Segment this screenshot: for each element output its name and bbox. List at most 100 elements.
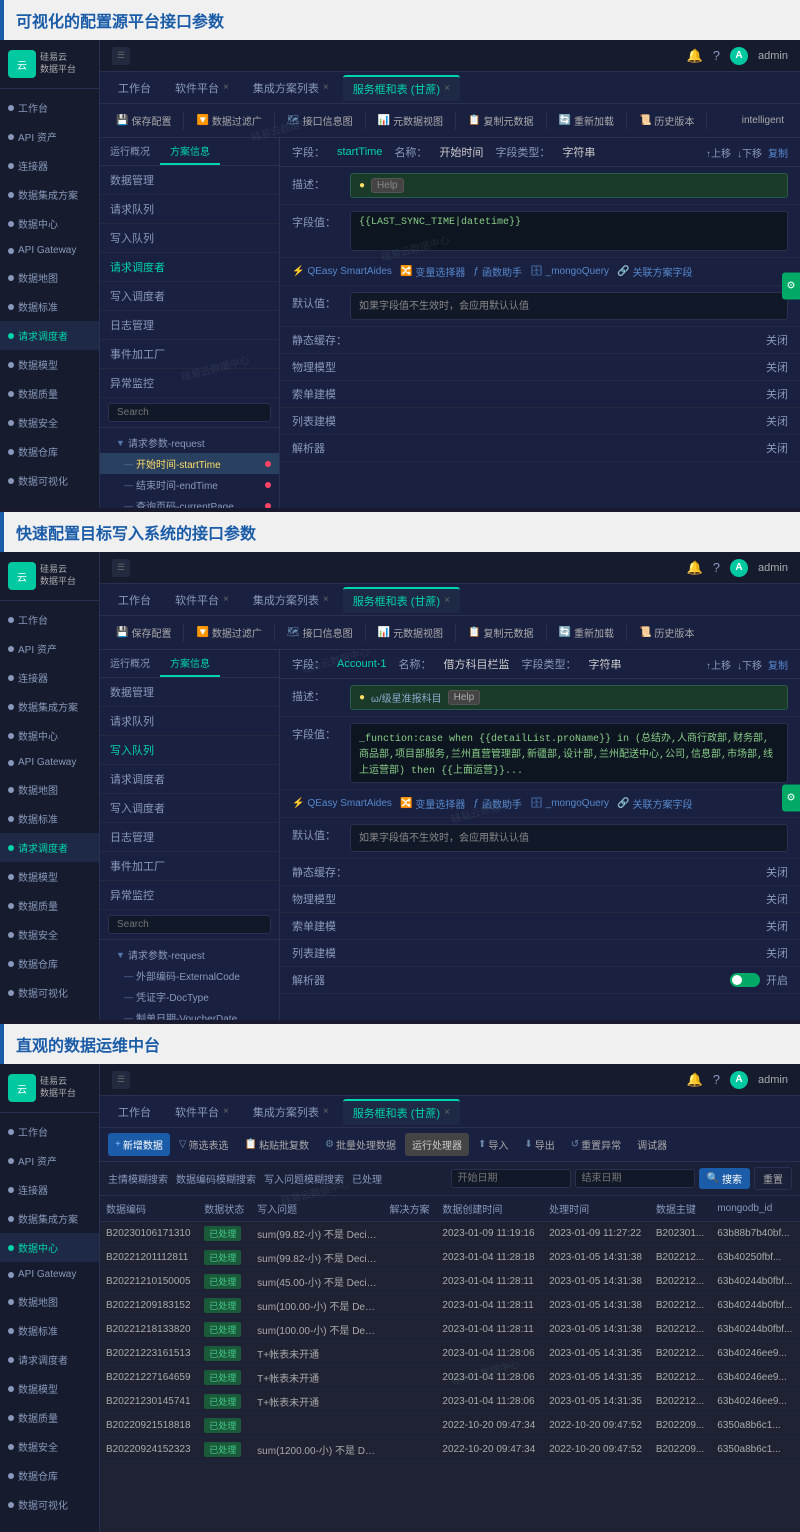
action-variable[interactable]: 🔀变量选择器 [400, 264, 465, 279]
tree2-doctype[interactable]: —凭证字-DocType [100, 986, 279, 1007]
tree-item-request[interactable]: ▼ 请求参数-request [100, 432, 279, 453]
end-date-input[interactable] [575, 1169, 695, 1188]
down-btn-2[interactable]: ↓下移 [737, 657, 762, 672]
tab-wb2[interactable]: 工作台 [108, 588, 161, 612]
action-qeasy[interactable]: ⚡QEasy SmartAides [292, 264, 392, 279]
sidebar-item-connector[interactable]: 连接器 [0, 151, 99, 180]
nav-tab-overview[interactable]: 运行概况 [100, 138, 160, 165]
data-filter-btn[interactable]: 🔽数据过滤广 [188, 109, 269, 132]
td-code-0[interactable]: B20230106171310 [100, 1222, 198, 1246]
interface-map-btn-2[interactable]: 🗺接口信息图 [279, 621, 361, 644]
td-code-9[interactable]: B20220924152323 [100, 1438, 198, 1462]
intelligent-btn[interactable]: intelligent [734, 111, 792, 130]
bell-icon-3[interactable]: 🔔 [687, 1072, 703, 1088]
nav-scheduler[interactable]: 请求调度者 [100, 253, 279, 282]
help-icon[interactable]: ? [713, 48, 720, 63]
sidebar-item-datamap[interactable]: 数据地图 [0, 263, 99, 292]
action-relate-2[interactable]: 🔗关联方案字段 [617, 796, 692, 811]
tab-solutions-1[interactable]: 集成方案列表× [243, 76, 339, 100]
copy-meta-btn[interactable]: 📋复制元数据 [460, 109, 541, 132]
sidebar-item-workbench[interactable]: 工作台 [0, 93, 99, 122]
reset-btn[interactable]: 重置 [754, 1167, 792, 1190]
tree-item-currentpage[interactable]: — 查询页码-currentPage [100, 495, 279, 508]
sidebar-item-api3[interactable]: API 资产 [0, 1146, 99, 1175]
action-function[interactable]: ƒ函数助手 [473, 264, 522, 279]
tab-svc2[interactable]: 服务框和表 (甘蔗)× [343, 587, 460, 613]
reload-btn-2[interactable]: 🔄重新加载 [551, 621, 622, 644]
nav-wq-2[interactable]: 写入队列 [100, 736, 279, 765]
action-mongo[interactable]: 🗄_mongoQuery [530, 264, 609, 279]
sidebar-item-warehouse[interactable]: 数据仓库 [0, 437, 99, 466]
sidebar-item-api[interactable]: API 资产 [0, 122, 99, 151]
nav-rq-2[interactable]: 请求队列 [100, 707, 279, 736]
sidebar-item-sched3[interactable]: 请求调度者 [0, 1345, 99, 1374]
td-code-8[interactable]: B20220921518818 [100, 1414, 198, 1438]
sidebar-item-qual2[interactable]: 数据质量 [0, 891, 99, 920]
sidebar-item-datacenter[interactable]: 数据中心 [0, 209, 99, 238]
settings-side-btn-2[interactable]: ⚙ [782, 785, 800, 812]
nav-tab-info-2[interactable]: 方案信息 [160, 650, 220, 677]
history-btn[interactable]: 📜历史版本 [631, 109, 702, 132]
tree2-voucherdate[interactable]: —制单日期-VoucherDate [100, 1007, 279, 1020]
default-value-area[interactable]: 如果字段值不生效时，会应用默认认值 [350, 292, 788, 320]
tab-sw2[interactable]: 软件平台× [165, 588, 239, 612]
td-code-6[interactable]: B20221227164659 [100, 1366, 198, 1390]
interface-map-btn[interactable]: 🗺接口信息图 [279, 109, 361, 132]
nav-monitor[interactable]: 异常监控 [100, 369, 279, 398]
paste-batch-btn[interactable]: 📋粘贴批复数 [238, 1133, 316, 1156]
sidebar-item-dc3[interactable]: 数据中心 [0, 1233, 99, 1262]
copy-btn[interactable]: 复制 [768, 145, 788, 160]
sidebar-item-int2[interactable]: 数据集成方案 [0, 692, 99, 721]
sidebar-item-security[interactable]: 数据安全 [0, 408, 99, 437]
help-icon-3[interactable]: ? [713, 1072, 720, 1087]
tab-service-1[interactable]: 服务框和表 (甘蔗)× [343, 75, 460, 101]
nav-write-scheduler[interactable]: 写入调度者 [100, 282, 279, 311]
batch-process-btn[interactable]: ⚙批量处理数据 [318, 1133, 403, 1156]
action-relate[interactable]: 🔗关联方案字段 [617, 264, 692, 279]
sidebar-item-std3[interactable]: 数据标准 [0, 1316, 99, 1345]
sidebar-item-gw3[interactable]: API Gateway [0, 1262, 99, 1287]
reload-btn[interactable]: 🔄重新加载 [551, 109, 622, 132]
menu-icon-3[interactable]: ☰ [112, 1071, 130, 1089]
td-code-2[interactable]: B20221210150005 [100, 1270, 198, 1294]
td-code-4[interactable]: B20221218133820 [100, 1318, 198, 1342]
meta-view-btn-2[interactable]: 📊元数据视图 [370, 621, 451, 644]
sidebar-item-std2[interactable]: 数据标准 [0, 804, 99, 833]
sidebar-item-integration[interactable]: 数据集成方案 [0, 180, 99, 209]
tree2-extcode[interactable]: —外部编码-ExternalCode [100, 965, 279, 986]
bell-icon-2[interactable]: 🔔 [687, 560, 703, 576]
nav-sched-2[interactable]: 请求调度者 [100, 765, 279, 794]
start-date-input[interactable] [451, 1169, 571, 1188]
nav-tab-overview-2[interactable]: 运行概况 [100, 650, 160, 677]
copy-btn-2[interactable]: 复制 [768, 657, 788, 672]
sidebar-item-conn2[interactable]: 连接器 [0, 663, 99, 692]
save-config-btn-2[interactable]: 💾保存配置 [108, 621, 179, 644]
parser-toggle-2[interactable] [730, 973, 760, 987]
add-data-btn[interactable]: +新增数据 [108, 1133, 170, 1156]
save-config-btn[interactable]: 💾保存配置 [108, 109, 179, 132]
field-value-input-2[interactable]: _function:case when {{detailList.proName… [350, 723, 788, 783]
search-input-1[interactable] [108, 403, 271, 422]
nav-events[interactable]: 事件加工厂 [100, 340, 279, 369]
sidebar-item-api2[interactable]: API 资产 [0, 634, 99, 663]
menu-icon-2[interactable]: ☰ [112, 559, 130, 577]
default-value-area-2[interactable]: 如果字段值不生效时，会应用默认认值 [350, 824, 788, 852]
copy-meta-btn-2[interactable]: 📋复制元数据 [460, 621, 541, 644]
tab-workbench-1[interactable]: 工作台 [108, 76, 161, 100]
sidebar-item-vis3[interactable]: 数据可视化 [0, 1490, 99, 1519]
sidebar-item-sec3[interactable]: 数据安全 [0, 1432, 99, 1461]
sidebar-item-sec2[interactable]: 数据安全 [0, 920, 99, 949]
help-icon-2[interactable]: ? [713, 560, 720, 575]
import-btn[interactable]: ⬆导入 [471, 1133, 515, 1156]
sidebar-item-wb3[interactable]: 工作台 [0, 1117, 99, 1146]
td-code-7[interactable]: B20221230145741 [100, 1390, 198, 1414]
td-code-5[interactable]: B20221223161513 [100, 1342, 198, 1366]
help-badge-1[interactable]: Help [371, 178, 404, 193]
sidebar-item-gw2[interactable]: API Gateway [0, 750, 99, 775]
nav-logs-2[interactable]: 日志管理 [100, 823, 279, 852]
tab-wb3[interactable]: 工作台 [108, 1100, 161, 1124]
sidebar-item-vis2[interactable]: 数据可视化 [0, 978, 99, 1007]
nav-tab-info[interactable]: 方案信息 [160, 138, 220, 165]
admin-avatar[interactable]: A [730, 47, 748, 65]
menu-icon[interactable]: ☰ [112, 47, 130, 65]
